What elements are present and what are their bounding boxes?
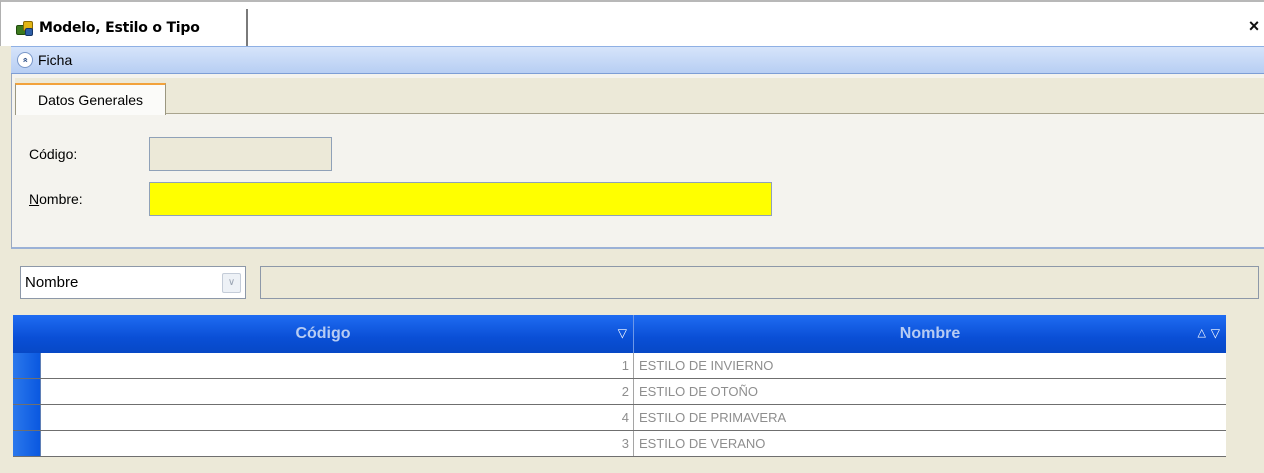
codigo-row: Código: [29, 137, 332, 171]
table-row[interactable]: 2 ESTILO DE OTOÑO [13, 379, 1226, 405]
collapse-icon[interactable]: « [17, 52, 33, 68]
cell-codigo: 3 [41, 431, 634, 456]
filter-field-select[interactable]: Nombre ∨ [20, 266, 246, 299]
table-row[interactable]: 4 ESTILO DE PRIMAVERA [13, 405, 1226, 431]
column-header-codigo-label: Código [295, 325, 351, 342]
document-tab[interactable]: Modelo, Estilo o Tipo [11, 9, 248, 47]
cubes-icon [15, 19, 35, 37]
window-titlebar: Modelo, Estilo o Tipo × [0, 0, 1264, 47]
column-header-codigo[interactable]: Código ▽ [13, 315, 634, 353]
grid-header: Código ▽ Nombre △ ▽ [13, 315, 1226, 353]
nombre-label: Nombre: [29, 191, 149, 207]
ficha-label: Ficha [38, 52, 73, 68]
table-row[interactable]: 3 ESTILO DE VERANO [13, 431, 1226, 457]
tab-datos-generales[interactable]: Datos Generales [15, 83, 166, 115]
table-row[interactable]: 1 ESTILO DE INVIERNO [13, 353, 1226, 379]
filter-search-input[interactable] [260, 266, 1259, 299]
window-title: Modelo, Estilo o Tipo [39, 20, 200, 36]
cell-nombre: ESTILO DE PRIMAVERA [639, 410, 787, 425]
filter-icon[interactable]: ▽ [1211, 326, 1220, 340]
column-header-nombre-label: Nombre [899, 325, 961, 342]
ficha-header[interactable]: « Ficha [11, 46, 1264, 74]
nombre-label-rest: ombre: [39, 191, 83, 207]
cell-codigo: 1 [41, 353, 634, 378]
sort-asc-icon[interactable]: △ [1198, 326, 1206, 339]
filter-icon[interactable]: ▽ [618, 326, 627, 340]
form-panel: Datos Generales Código: Nombre: [11, 74, 1264, 249]
row-selector[interactable] [13, 405, 41, 430]
close-icon[interactable]: × [1246, 17, 1262, 35]
nombre-label-accesskey: N [29, 191, 40, 207]
row-selector[interactable] [13, 379, 41, 404]
row-selector[interactable] [13, 353, 41, 378]
filter-field-value: Nombre [25, 274, 79, 291]
codigo-label: Código: [29, 146, 78, 162]
cell-nombre: ESTILO DE VERANO [639, 436, 766, 451]
codigo-field[interactable] [149, 137, 332, 171]
chevron-down-icon[interactable]: ∨ [222, 273, 241, 293]
results-grid: Código ▽ Nombre △ ▽ 1 ESTILO DE INVIERNO… [11, 315, 1264, 473]
row-selector[interactable] [13, 431, 41, 456]
cell-codigo: 4 [41, 405, 634, 430]
cell-nombre: ESTILO DE OTOÑO [639, 384, 758, 399]
filter-bar: Nombre ∨ [11, 249, 1264, 315]
cell-nombre: ESTILO DE INVIERNO [639, 358, 774, 373]
nombre-row: Nombre: [29, 182, 772, 216]
nombre-field[interactable] [149, 182, 772, 216]
column-header-nombre[interactable]: Nombre △ ▽ [634, 315, 1226, 353]
cell-codigo: 2 [41, 379, 634, 404]
tabstrip: Datos Generales [15, 78, 1264, 115]
